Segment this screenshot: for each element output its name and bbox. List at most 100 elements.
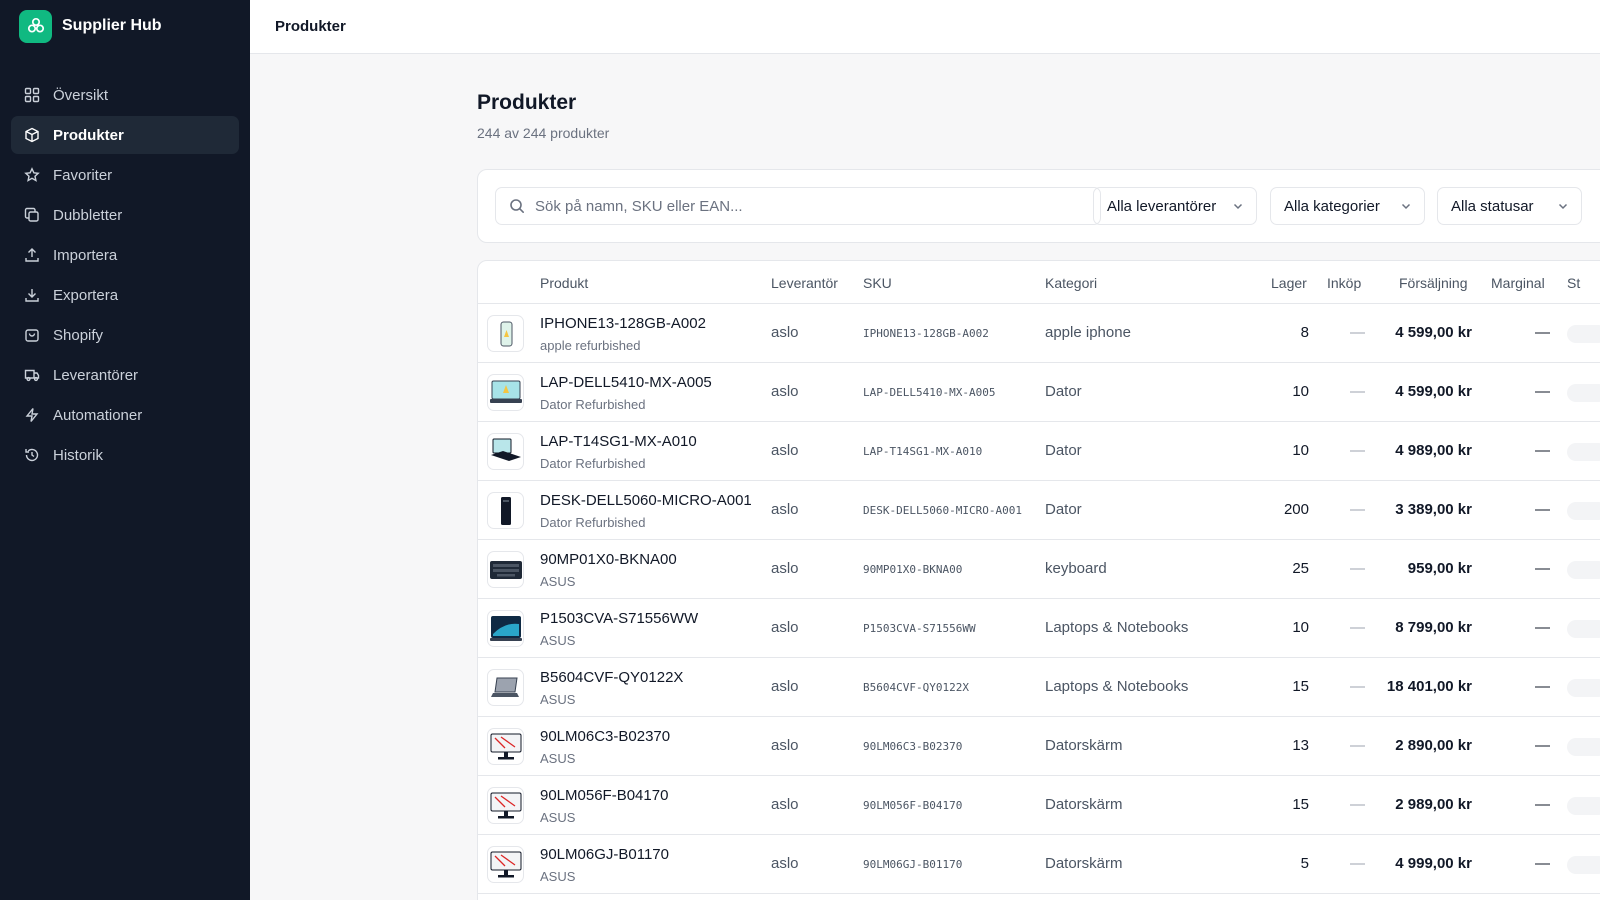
column-header-purchase[interactable]: Inköp [1327,275,1361,291]
sidebar-item-overview[interactable]: Översikt [11,76,239,114]
sale-price-cell: 4 989,00 kr [1395,442,1472,459]
stock-cell: 200 [1283,501,1309,518]
product-name[interactable]: B5604CVF-QY0122X [540,669,683,686]
sidebar-item-favorites[interactable]: Favoriter [11,156,239,194]
sale-price-cell: 4 599,00 kr [1395,324,1472,341]
column-header-price[interactable]: Försäljning [1399,275,1467,291]
status-badge[interactable] [1567,679,1600,697]
column-header-margin[interactable]: Marginal [1491,275,1545,291]
product-name[interactable]: 90LM056F-B04170 [540,787,668,804]
product-name[interactable]: P1503CVA-S71556WW [540,610,698,627]
column-header-category[interactable]: Kategori [1045,275,1097,291]
stock-cell: 15 [1292,678,1309,695]
table-row[interactable]: IPHONE13-128GB-A002 apple refurbished aslo… [478,304,1600,363]
topbar-title: Produkter [275,18,346,35]
purchase-price-cell: — [1350,796,1365,813]
status-badge[interactable] [1567,620,1600,638]
product-thumbnail[interactable] [487,433,524,470]
status-badge[interactable] [1567,856,1600,874]
supplier-cell: aslo [771,619,799,636]
product-thumbnail[interactable] [487,551,524,588]
sku-cell: 90LM06GJ-B01170 [863,858,963,871]
column-header-status[interactable]: St [1567,275,1580,291]
product-thumbnail[interactable] [487,728,524,765]
zap-icon [23,406,41,424]
margin-cell: — [1535,383,1550,400]
supplier-filter-select[interactable]: Alla leverantörer [1093,187,1257,225]
status-filter-label: Alla statusar [1451,197,1534,215]
product-thumbnail[interactable] [487,669,524,706]
sidebar-item-shopify[interactable]: Shopify [11,316,239,354]
column-header-supplier[interactable]: Leverantör [771,275,838,291]
table-row[interactable]: LAP-T14SG1-MX-A010 Dator Refurbished aslo L… [478,422,1600,481]
page-title: Produkter [477,91,577,114]
supplier-cell: aslo [771,737,799,754]
stock-cell: 5 [1300,855,1309,872]
sale-price-cell: 2 989,00 kr [1395,796,1472,813]
search-placeholder: Sök på namn, SKU eller EAN... [535,197,743,215]
product-thumbnail[interactable] [487,610,524,647]
product-name[interactable]: 90LM06GJ-B01170 [540,846,669,863]
column-header-sku[interactable]: SKU [863,275,892,291]
sku-cell: 90LM056F-B04170 [863,799,963,812]
status-badge[interactable] [1567,502,1600,520]
product-thumbnail[interactable] [487,374,524,411]
stock-cell: 15 [1292,796,1309,813]
status-badge[interactable] [1567,797,1600,815]
table-row[interactable]: 90LM06GJ-B01170 ASUS aslo 90LM06GJ-B01170 Da… [478,835,1600,894]
margin-cell: — [1535,855,1550,872]
product-brand: Dator Refurbished [540,456,646,471]
sidebar-item-label: Produkter [53,126,124,144]
shopping-bag-icon [23,326,41,344]
sidebar-item-export[interactable]: Exportera [11,276,239,314]
sidebar-item-automations[interactable]: Automationer [11,396,239,434]
purchase-price-cell: — [1350,678,1365,695]
table-row[interactable]: B5604CVF-QY0122X ASUS aslo B5604CVF-QY0122X… [478,658,1600,717]
filter-bar: Sök på namn, SKU eller EAN... Alla lever… [477,169,1600,243]
status-badge[interactable] [1567,384,1600,402]
table-row[interactable]: 90LM06C3-B02370 ASUS aslo 90LM06C3-B02370 Da… [478,717,1600,776]
product-name[interactable]: LAP-T14SG1-MX-A010 [540,433,697,450]
search-input[interactable]: Sök på namn, SKU eller EAN... [495,187,1101,225]
grid-icon [23,86,41,104]
table-row[interactable]: 90LM056F-B04170 ASUS aslo 90LM056F-B04170 Da… [478,776,1600,835]
product-name[interactable]: LAP-DELL5410-MX-A005 [540,374,712,391]
sidebar-item-import[interactable]: Importera [11,236,239,274]
product-thumbnail[interactable] [487,315,524,352]
status-filter-select[interactable]: Alla statusar [1437,187,1582,225]
product-name[interactable]: 90MP01X0-BKNA00 [540,551,677,568]
sidebar-item-label: Historik [53,446,104,464]
product-thumbnail[interactable] [487,492,524,529]
sale-price-cell: 959,00 kr [1407,560,1472,577]
status-badge[interactable] [1567,443,1600,461]
product-thumbnail[interactable] [487,846,524,883]
table-row[interactable]: DESK-DELL5060-MICRO-A001 Dator Refurbishe… [478,481,1600,540]
sidebar-item-duplicates[interactable]: Dubbletter [11,196,239,234]
table-row[interactable]: P1503CVA-S71556WW ASUS aslo P1503CVA-S71556… [478,599,1600,658]
status-badge[interactable] [1567,738,1600,756]
brand[interactable]: Supplier Hub [0,0,250,52]
product-thumbnail[interactable] [487,787,524,824]
chevron-down-icon [1401,203,1411,210]
product-brand: Dator Refurbished [540,515,646,530]
category-filter-select[interactable]: Alla kategorier [1270,187,1425,225]
column-header-stock[interactable]: Lager [1271,275,1307,291]
table-header: Produkt Leverantör SKU Kategori Lager In… [478,261,1600,304]
sidebar-item-suppliers[interactable]: Leverantörer [11,356,239,394]
column-header-product[interactable]: Produkt [540,275,588,291]
supplier-cell: aslo [771,560,799,577]
sidebar-item-history[interactable]: Historik [11,436,239,474]
supplier-cell: aslo [771,796,799,813]
status-badge[interactable] [1567,325,1600,343]
table-row[interactable]: LAP-DELL5410-MX-A005 Dator Refurbished asl… [478,363,1600,422]
download-icon [23,286,41,304]
product-name[interactable]: 90LM06C3-B02370 [540,728,670,745]
table-row[interactable]: 90MP01X0-BKNA00 ASUS aslo 90MP01X0-BKNA00 ke… [478,540,1600,599]
margin-cell: — [1535,442,1550,459]
sidebar-item-products[interactable]: Produkter [11,116,239,154]
product-name[interactable]: IPHONE13-128GB-A002 [540,315,706,332]
supplier-cell: aslo [771,678,799,695]
status-badge[interactable] [1567,561,1600,579]
product-name[interactable]: DESK-DELL5060-MICRO-A001 [540,492,752,509]
product-brand: Dator Refurbished [540,397,646,412]
